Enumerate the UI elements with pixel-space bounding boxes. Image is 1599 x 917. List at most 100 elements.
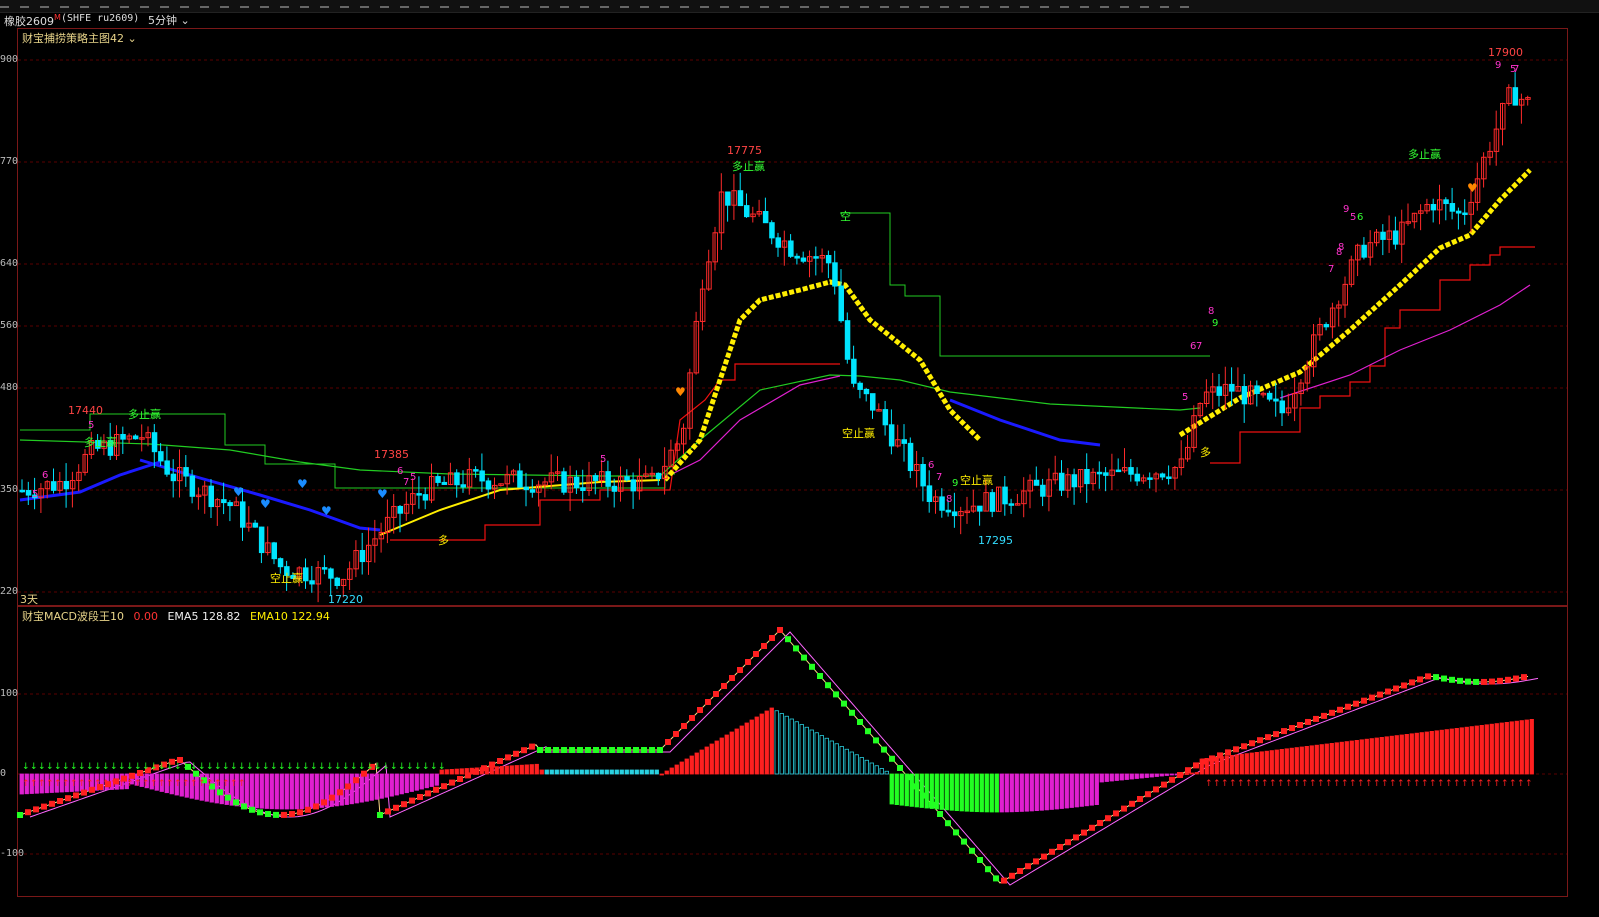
- macd-marker: [49, 800, 55, 807]
- macd-bar: [1064, 773, 1069, 809]
- macd-bar: [724, 734, 729, 775]
- macd-bar: [749, 719, 754, 775]
- macd-marker: [1241, 743, 1247, 750]
- candle-body: [63, 480, 70, 490]
- macd-bar: [374, 773, 379, 800]
- macd-bar: [524, 764, 529, 775]
- macd-marker: [833, 691, 839, 698]
- green-arrow: ↓: [254, 762, 262, 772]
- red-arrow: ↑: [222, 779, 230, 789]
- macd-marker: [1169, 776, 1175, 783]
- macd-bar: [969, 773, 974, 812]
- macd-bar: [1119, 773, 1124, 781]
- macd-marker: [1465, 678, 1471, 685]
- macd-bar: [934, 773, 939, 810]
- macd-bar: [594, 769, 599, 775]
- macd-bar: [1194, 772, 1199, 775]
- candle-body: [901, 439, 907, 444]
- macd-bar: [1169, 773, 1174, 776]
- red-arrow: ↑: [110, 779, 118, 789]
- macd-bar: [314, 773, 319, 809]
- macd-bar: [1029, 773, 1034, 812]
- candle-body: [1430, 204, 1437, 211]
- green-arrow: ↓: [126, 762, 134, 772]
- macd-marker: [433, 786, 439, 793]
- red-arrow: ↑: [1253, 779, 1261, 789]
- green-arrow: ↓: [358, 762, 366, 772]
- macd-marker: [561, 747, 567, 753]
- macd-bar: [1429, 731, 1434, 775]
- macd-bar: [1494, 723, 1499, 775]
- candle-body: [1002, 486, 1008, 505]
- macd-marker: [1369, 694, 1375, 701]
- macd-bar: [1329, 743, 1334, 775]
- candle-body: [1103, 472, 1109, 476]
- chart-canvas[interactable]: ↓ ↓ ↓ ↓ ↓ ↓ ↓ ↓ ↓ ↓ ↓ ↓ ↓ ↓ ↓ ↓ ↓ ↓ ↓ ↓ ↓ ↓ ↓ ↓ ↓ ↓ ↓ ↓ ↓ ↓ ↓ ↓ ↓ ↓ ↓ ↓ ↓ ↓ ↓ ↓…: [0, 0, 1599, 917]
- candle-body: [1462, 212, 1468, 216]
- count-label: 9: [1495, 60, 1501, 71]
- macd-bar: [544, 769, 549, 775]
- macd-bar: [629, 769, 634, 775]
- macd-marker: [745, 659, 751, 665]
- macd-marker: [633, 747, 639, 753]
- candle-body: [1455, 210, 1462, 214]
- macd-bar: [1124, 773, 1129, 780]
- candle-body: [1323, 324, 1330, 328]
- candle-body: [1266, 392, 1273, 400]
- macd-marker: [81, 789, 87, 796]
- macd-bar: [1089, 773, 1094, 806]
- macd-bar: [369, 773, 374, 801]
- green-arrow: ↓: [398, 762, 406, 772]
- macd-bar: [819, 735, 824, 775]
- macd-bar: [359, 773, 364, 803]
- macd-bar: [624, 769, 629, 775]
- macd-bar: [834, 743, 839, 775]
- red-arrow: ↑: [1469, 779, 1477, 789]
- macd-marker: [865, 728, 871, 735]
- macd-bar: [844, 748, 849, 775]
- candle-body: [183, 467, 189, 477]
- macd-marker: [881, 746, 887, 753]
- candle-body: [926, 485, 933, 502]
- candle-body: [523, 486, 529, 491]
- green-arrow: ↓: [382, 762, 390, 772]
- candle-body: [221, 499, 227, 504]
- macd-bar: [1009, 773, 1014, 813]
- macd-bar: [1389, 735, 1394, 775]
- candle-body: [416, 493, 422, 496]
- macd-marker: [1193, 762, 1199, 769]
- macd-marker: [1225, 749, 1231, 756]
- red-arrow: ↑: [94, 779, 102, 789]
- green-arrow: ↓: [414, 762, 422, 772]
- macd-bar: [299, 773, 304, 810]
- macd-bar: [1499, 722, 1504, 775]
- candle-body: [1096, 471, 1103, 475]
- candle-body: [1115, 469, 1122, 473]
- candle-body: [170, 473, 177, 482]
- red-arrow: ↑: [54, 779, 62, 789]
- macd-marker: [529, 743, 535, 750]
- macd-marker: [1409, 679, 1415, 686]
- green-arrow: ↓: [262, 762, 270, 772]
- macd-bar: [689, 755, 694, 775]
- macd-bar: [449, 769, 454, 775]
- macd-bar: [1444, 729, 1449, 775]
- red-arrow: ↑: [1309, 779, 1317, 789]
- macd-bar: [1159, 773, 1164, 777]
- candle-body: [227, 502, 233, 507]
- macd-marker: [969, 847, 975, 854]
- diamond-marker-icon: ♥: [675, 385, 686, 399]
- macd-bar: [824, 737, 829, 775]
- macd-marker: [1001, 877, 1007, 884]
- macd-marker: [1473, 678, 1479, 685]
- macd-bar: [1049, 773, 1054, 810]
- green-arrow: ↓: [190, 762, 198, 772]
- macd-marker: [769, 635, 775, 641]
- macd-marker: [393, 804, 399, 811]
- macd-marker: [441, 783, 447, 790]
- candle-body: [1512, 87, 1519, 106]
- macd-bar: [419, 773, 424, 790]
- green-arrow: ↓: [30, 762, 38, 772]
- macd-marker: [1177, 772, 1183, 778]
- signal-label: 多止赢: [732, 159, 765, 173]
